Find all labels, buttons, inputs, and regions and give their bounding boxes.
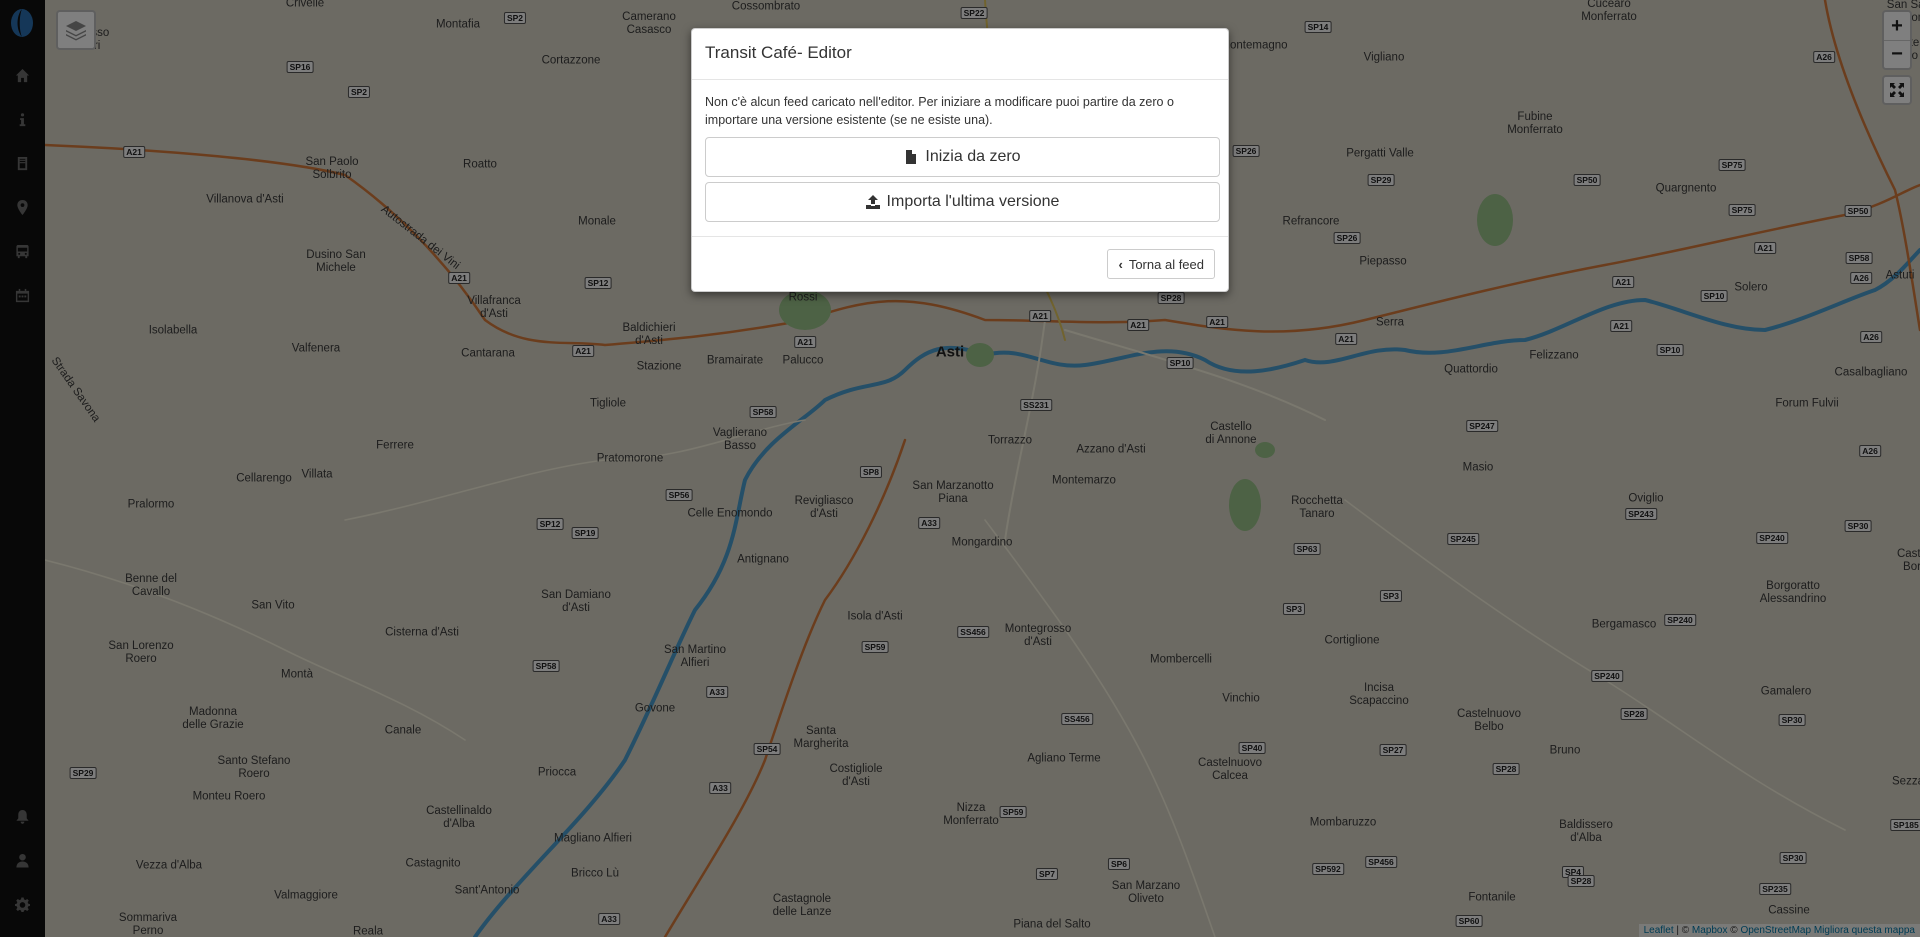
import-latest-label: Importa l'ultima versione bbox=[886, 193, 1060, 210]
back-to-feed-button[interactable]: ‹ Torna al feed bbox=[1107, 249, 1215, 279]
upload-icon bbox=[865, 195, 880, 209]
chevron-left-icon: ‹ bbox=[1118, 256, 1123, 272]
start-from-scratch-button[interactable]: Inizia da zero bbox=[705, 137, 1220, 177]
modal-footer: ‹ Torna al feed bbox=[692, 237, 1228, 291]
modal-header: Transit Café- Editor bbox=[692, 29, 1228, 80]
back-to-feed-label: Torna al feed bbox=[1128, 256, 1204, 272]
import-latest-button[interactable]: Importa l'ultima versione bbox=[705, 182, 1220, 222]
modal-message: Non c'è alcun feed caricato nell'editor.… bbox=[705, 95, 1174, 127]
file-icon bbox=[906, 150, 917, 164]
editor-modal: Transit Café- Editor Non c'è alcun feed … bbox=[691, 28, 1229, 292]
modal-body: Non c'è alcun feed caricato nell'editor.… bbox=[692, 80, 1228, 237]
start-from-scratch-label: Inizia da zero bbox=[925, 148, 1021, 165]
modal-title: Transit Café- Editor bbox=[705, 43, 852, 62]
